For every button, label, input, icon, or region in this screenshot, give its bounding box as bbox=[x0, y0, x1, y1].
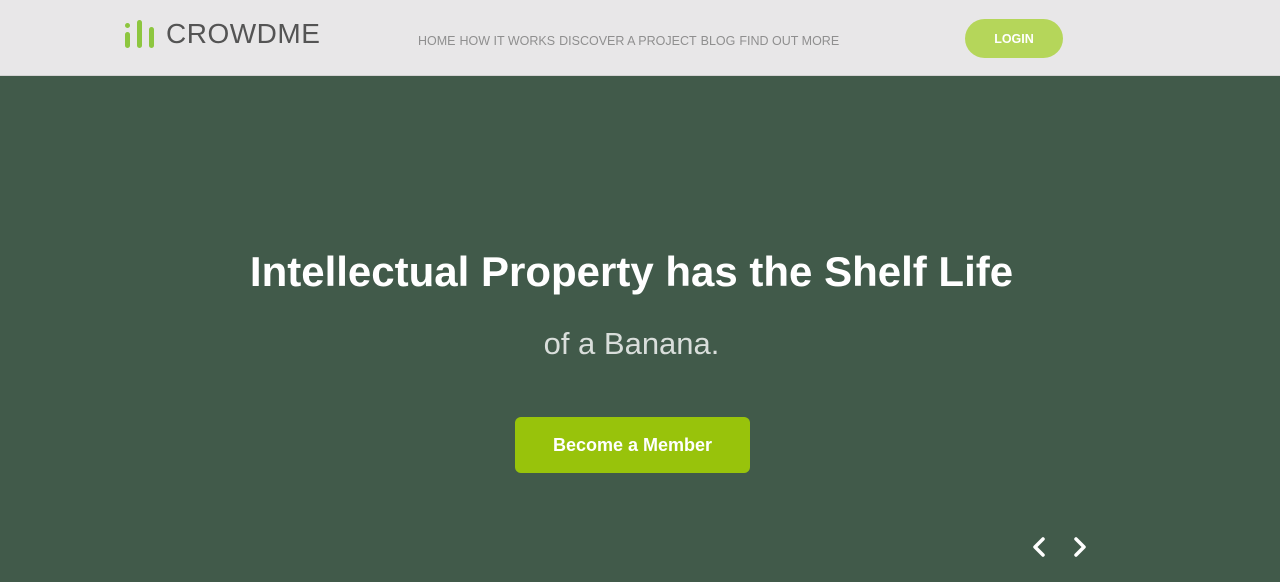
hero-title: Intellectual Property has the Shelf Life bbox=[249, 248, 1014, 295]
nav-link-find-out-more[interactable]: FIND OUT MORE bbox=[739, 34, 839, 48]
nav-link-blog[interactable]: BLOG bbox=[701, 34, 736, 48]
chevron-left-icon[interactable] bbox=[1027, 532, 1051, 562]
become-member-button[interactable]: Become a Member bbox=[515, 417, 750, 473]
nav-link-discover-a-project[interactable]: DISCOVER A PROJECT bbox=[559, 34, 697, 48]
logo-text: CROWDME bbox=[166, 18, 321, 49]
hero-banner: Intellectual Property has the Shelf Life… bbox=[0, 77, 1280, 582]
bar-chart-icon bbox=[124, 18, 158, 50]
nav-link-how-it-works[interactable]: HOW IT WORKS bbox=[460, 34, 556, 48]
main-nav: HOME HOW IT WORKS DISCOVER A PROJECT BLO… bbox=[418, 34, 839, 48]
login-button[interactable]: LOGIN bbox=[965, 19, 1063, 58]
chevron-right-icon[interactable] bbox=[1068, 532, 1092, 562]
site-header: CROWDME HOME HOW IT WORKS DISCOVER A PRO… bbox=[0, 0, 1280, 76]
nav-link-home[interactable]: HOME bbox=[418, 34, 456, 48]
hero-subtitle: of a Banana. bbox=[543, 326, 720, 361]
logo[interactable]: CROWDME bbox=[124, 18, 320, 50]
